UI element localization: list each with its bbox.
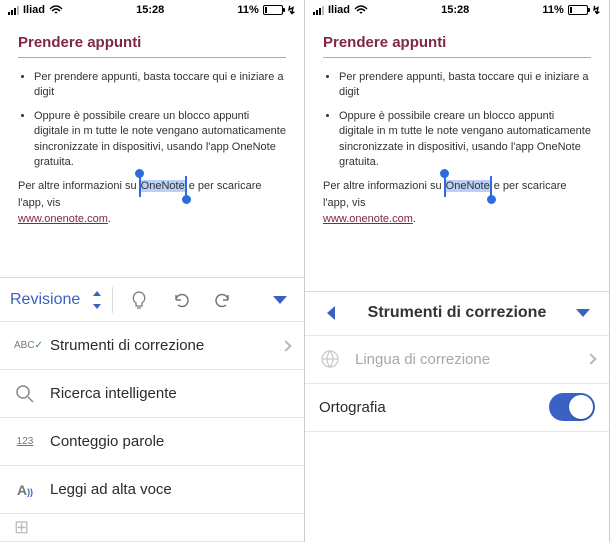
wifi-icon <box>354 5 368 15</box>
expand-icon[interactable] <box>565 295 601 331</box>
redo-icon[interactable] <box>205 282 241 318</box>
review-menu: ABC✓ Strumenti di correzione Ricerca int… <box>0 321 304 542</box>
row-more[interactable]: ⊞ <box>0 514 304 542</box>
document-area[interactable]: Prendere appunti Per prendere appunti, b… <box>0 20 304 236</box>
info-paragraph: Per altre informazioni su OneNote e per … <box>18 178 286 228</box>
bullet-item: Per prendere appunti, basta toccare qui … <box>34 70 286 101</box>
doc-heading: Prendere appunti <box>18 34 286 58</box>
wifi-icon <box>49 5 63 15</box>
row-word-count[interactable]: 123 Conteggio parole <box>0 418 304 466</box>
battery-pct: 11% <box>237 4 258 16</box>
chevron-right-icon <box>585 354 596 365</box>
proofing-menu: Lingua di correzione Ortografia <box>305 335 609 432</box>
submenu-header: Strumenti di correzione <box>305 291 609 335</box>
globe-icon <box>319 348 341 370</box>
row-smart-lookup[interactable]: Ricerca intelligente <box>0 370 304 418</box>
text-selection[interactable]: OneNote <box>140 178 186 195</box>
onenote-link[interactable]: www.onenote.com <box>18 213 108 225</box>
expand-icon[interactable] <box>262 282 298 318</box>
row-proofing-language: Lingua di correzione <box>305 336 609 384</box>
insert-icon: ⊞ <box>14 517 29 538</box>
document-area[interactable]: Prendere appunti Per prendere appunti, b… <box>305 20 609 236</box>
row-proofing[interactable]: ABC✓ Strumenti di correzione <box>0 322 304 370</box>
status-bar: Iliad 15:28 11% ↯ <box>0 0 304 20</box>
back-button[interactable] <box>313 295 349 331</box>
signal-icon <box>8 6 19 15</box>
readaloud-icon: A)) <box>14 482 36 498</box>
tab-review[interactable]: Revisione <box>10 291 80 309</box>
ribbon-tab-bar: Revisione <box>0 277 304 321</box>
search-icon <box>14 383 36 405</box>
wordcount-icon: 123 <box>14 436 36 447</box>
undo-icon[interactable] <box>163 282 199 318</box>
battery-icon <box>263 5 283 15</box>
onenote-link[interactable]: www.onenote.com <box>323 213 413 225</box>
updown-icon[interactable] <box>90 291 104 309</box>
submenu-title: Strumenti di correzione <box>357 304 557 322</box>
text-selection[interactable]: OneNote <box>445 178 491 195</box>
lightbulb-icon[interactable] <box>121 282 157 318</box>
spellcheck-icon: ABC✓ <box>14 340 36 351</box>
status-bar: Iliad 15:28 11% ↯ <box>305 0 609 20</box>
signal-icon <box>313 6 324 15</box>
chevron-right-icon <box>280 340 291 351</box>
carrier: Iliad <box>23 4 45 16</box>
bullet-item: Oppure è possibile creare un blocco appu… <box>34 109 286 171</box>
charge-icon: ↯ <box>287 4 296 17</box>
clock: 15:28 <box>136 4 164 16</box>
row-spelling[interactable]: Ortografia <box>305 384 609 432</box>
battery-icon <box>568 5 588 15</box>
charge-icon: ↯ <box>592 4 601 17</box>
row-read-aloud[interactable]: A)) Leggi ad alta voce <box>0 466 304 514</box>
spelling-toggle[interactable] <box>549 393 595 421</box>
